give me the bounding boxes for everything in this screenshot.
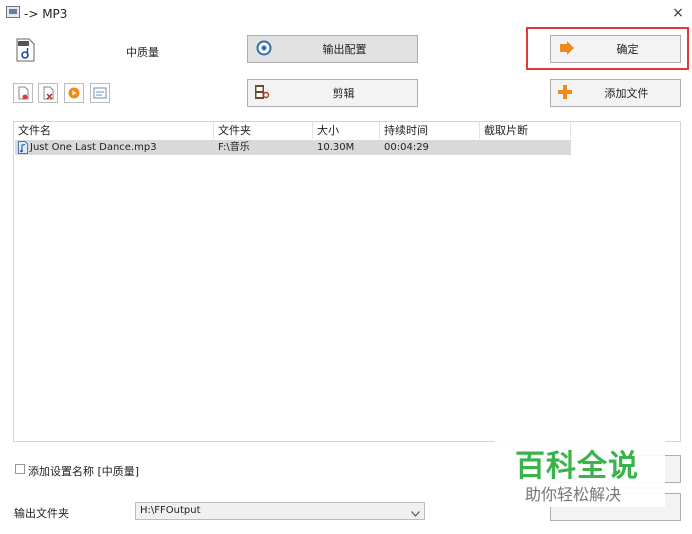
file-list[interactable]: 文件名 文件夹 大小 持续时间 截取片断 Just One Last Dance… — [13, 121, 681, 442]
column-header-size[interactable]: 大小 — [313, 122, 380, 139]
confirm-button[interactable]: 确定 — [550, 35, 681, 63]
clear-list-button[interactable] — [38, 83, 58, 103]
confirm-label: 确定 — [616, 43, 639, 56]
title-bar — [0, 0, 692, 28]
column-header-clip[interactable]: 截取片断 — [480, 122, 571, 139]
edit-button[interactable]: 剪辑 — [247, 79, 418, 107]
watermark-title: 百科全说 — [515, 449, 639, 484]
close-icon[interactable]: × — [670, 5, 686, 21]
watermark: 百科全说 助你轻松解决 — [495, 437, 665, 507]
add-file-label: 添加文件 — [604, 87, 649, 100]
quality-label: 中质量 — [126, 46, 159, 59]
mp3-format-icon — [15, 38, 35, 62]
file-info-button[interactable] — [90, 83, 110, 103]
watermark-subtitle: 助你轻松解决 — [525, 485, 622, 504]
play-icon — [68, 87, 80, 99]
add-setting-name-label: 添加设置名称 [中质量] — [28, 465, 140, 478]
cell-duration: 00:04:29 — [384, 142, 429, 153]
edit-label: 剪辑 — [332, 87, 355, 100]
add-setting-name-checkbox[interactable] — [15, 464, 25, 474]
arrow-right-icon — [559, 40, 575, 58]
table-row[interactable]: Just One Last Dance.mp3 F:\音乐 10.30M 00:… — [15, 140, 571, 155]
column-header-filename[interactable]: 文件名 — [14, 122, 214, 139]
audio-file-icon — [18, 140, 28, 159]
cell-size: 10.30M — [317, 142, 355, 153]
add-file-button[interactable]: 添加文件 — [550, 79, 681, 107]
play-button[interactable] — [64, 83, 84, 103]
cell-folder: F:\音乐 — [218, 142, 250, 153]
plus-icon — [557, 84, 573, 103]
output-folder-select[interactable]: H:\FFOutput — [135, 502, 425, 520]
clear-list-icon — [43, 86, 54, 100]
output-config-icon — [256, 40, 272, 59]
column-header-duration[interactable]: 持续时间 — [380, 122, 480, 139]
output-folder-label: 输出文件夹 — [14, 507, 69, 520]
chevron-down-icon — [411, 507, 420, 520]
column-header-folder[interactable]: 文件夹 — [214, 122, 313, 139]
output-config-label: 输出配置 — [322, 43, 367, 56]
film-scissors-icon — [254, 84, 270, 103]
output-folder-value: H:\FFOutput — [140, 505, 201, 516]
remove-file-button[interactable] — [13, 83, 33, 103]
window-title: -> MP3 — [24, 7, 68, 21]
output-config-button[interactable]: 输出配置 — [247, 35, 418, 63]
info-icon — [93, 87, 107, 99]
app-icon — [6, 6, 20, 18]
remove-file-icon — [18, 86, 29, 100]
cell-filename: Just One Last Dance.mp3 — [30, 142, 157, 153]
